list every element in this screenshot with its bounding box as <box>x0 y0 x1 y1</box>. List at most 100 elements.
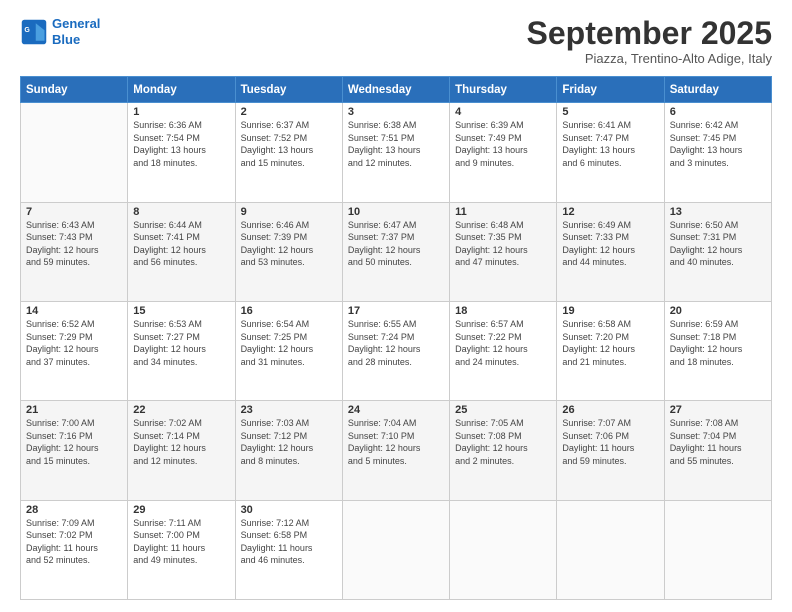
day-number: 18 <box>455 305 551 317</box>
day-number: 6 <box>670 106 766 118</box>
day-number: 1 <box>133 106 229 118</box>
day-info: Sunrise: 7:03 AM Sunset: 7:12 PM Dayligh… <box>241 417 337 467</box>
day-info: Sunrise: 6:49 AM Sunset: 7:33 PM Dayligh… <box>562 219 658 269</box>
day-info: Sunrise: 6:58 AM Sunset: 7:20 PM Dayligh… <box>562 318 658 368</box>
day-info: Sunrise: 6:38 AM Sunset: 7:51 PM Dayligh… <box>348 119 444 169</box>
svg-text:G: G <box>24 27 30 34</box>
col-monday: Monday <box>128 77 235 103</box>
month-title: September 2025 <box>527 16 772 51</box>
table-row: 28Sunrise: 7:09 AM Sunset: 7:02 PM Dayli… <box>21 500 128 599</box>
title-block: September 2025 Piazza, Trentino-Alto Adi… <box>527 16 772 66</box>
table-row: 19Sunrise: 6:58 AM Sunset: 7:20 PM Dayli… <box>557 301 664 400</box>
day-info: Sunrise: 7:08 AM Sunset: 7:04 PM Dayligh… <box>670 417 766 467</box>
col-saturday: Saturday <box>664 77 771 103</box>
table-row <box>450 500 557 599</box>
day-number: 20 <box>670 305 766 317</box>
calendar-table: Sunday Monday Tuesday Wednesday Thursday… <box>20 76 772 600</box>
day-number: 29 <box>133 504 229 516</box>
day-info: Sunrise: 7:07 AM Sunset: 7:06 PM Dayligh… <box>562 417 658 467</box>
day-info: Sunrise: 6:54 AM Sunset: 7:25 PM Dayligh… <box>241 318 337 368</box>
table-row: 13Sunrise: 6:50 AM Sunset: 7:31 PM Dayli… <box>664 202 771 301</box>
day-number: 4 <box>455 106 551 118</box>
page: G General Blue September 2025 Piazza, Tr… <box>0 0 792 612</box>
table-row: 14Sunrise: 6:52 AM Sunset: 7:29 PM Dayli… <box>21 301 128 400</box>
day-info: Sunrise: 6:44 AM Sunset: 7:41 PM Dayligh… <box>133 219 229 269</box>
col-wednesday: Wednesday <box>342 77 449 103</box>
day-info: Sunrise: 6:57 AM Sunset: 7:22 PM Dayligh… <box>455 318 551 368</box>
day-info: Sunrise: 6:59 AM Sunset: 7:18 PM Dayligh… <box>670 318 766 368</box>
logo-icon: G <box>20 18 48 46</box>
day-number: 17 <box>348 305 444 317</box>
table-row: 11Sunrise: 6:48 AM Sunset: 7:35 PM Dayli… <box>450 202 557 301</box>
table-row: 30Sunrise: 7:12 AM Sunset: 6:58 PM Dayli… <box>235 500 342 599</box>
logo-line2: Blue <box>52 32 80 47</box>
day-info: Sunrise: 7:09 AM Sunset: 7:02 PM Dayligh… <box>26 517 122 567</box>
table-row: 24Sunrise: 7:04 AM Sunset: 7:10 PM Dayli… <box>342 401 449 500</box>
col-tuesday: Tuesday <box>235 77 342 103</box>
day-info: Sunrise: 6:36 AM Sunset: 7:54 PM Dayligh… <box>133 119 229 169</box>
table-row: 17Sunrise: 6:55 AM Sunset: 7:24 PM Dayli… <box>342 301 449 400</box>
col-friday: Friday <box>557 77 664 103</box>
day-number: 25 <box>455 404 551 416</box>
day-info: Sunrise: 7:05 AM Sunset: 7:08 PM Dayligh… <box>455 417 551 467</box>
day-number: 12 <box>562 206 658 218</box>
table-row: 18Sunrise: 6:57 AM Sunset: 7:22 PM Dayli… <box>450 301 557 400</box>
table-row: 5Sunrise: 6:41 AM Sunset: 7:47 PM Daylig… <box>557 103 664 202</box>
table-row: 7Sunrise: 6:43 AM Sunset: 7:43 PM Daylig… <box>21 202 128 301</box>
table-row: 8Sunrise: 6:44 AM Sunset: 7:41 PM Daylig… <box>128 202 235 301</box>
table-row: 1Sunrise: 6:36 AM Sunset: 7:54 PM Daylig… <box>128 103 235 202</box>
day-number: 22 <box>133 404 229 416</box>
table-row: 27Sunrise: 7:08 AM Sunset: 7:04 PM Dayli… <box>664 401 771 500</box>
calendar-header-row: Sunday Monday Tuesday Wednesday Thursday… <box>21 77 772 103</box>
day-number: 15 <box>133 305 229 317</box>
day-number: 2 <box>241 106 337 118</box>
table-row: 15Sunrise: 6:53 AM Sunset: 7:27 PM Dayli… <box>128 301 235 400</box>
table-row: 10Sunrise: 6:47 AM Sunset: 7:37 PM Dayli… <box>342 202 449 301</box>
table-row: 25Sunrise: 7:05 AM Sunset: 7:08 PM Dayli… <box>450 401 557 500</box>
table-row: 3Sunrise: 6:38 AM Sunset: 7:51 PM Daylig… <box>342 103 449 202</box>
table-row: 4Sunrise: 6:39 AM Sunset: 7:49 PM Daylig… <box>450 103 557 202</box>
day-number: 9 <box>241 206 337 218</box>
day-info: Sunrise: 6:46 AM Sunset: 7:39 PM Dayligh… <box>241 219 337 269</box>
table-row: 21Sunrise: 7:00 AM Sunset: 7:16 PM Dayli… <box>21 401 128 500</box>
logo-line1: General <box>52 16 100 31</box>
day-info: Sunrise: 7:12 AM Sunset: 6:58 PM Dayligh… <box>241 517 337 567</box>
day-number: 5 <box>562 106 658 118</box>
day-number: 26 <box>562 404 658 416</box>
day-number: 8 <box>133 206 229 218</box>
day-number: 10 <box>348 206 444 218</box>
header: G General Blue September 2025 Piazza, Tr… <box>20 16 772 66</box>
table-row: 20Sunrise: 6:59 AM Sunset: 7:18 PM Dayli… <box>664 301 771 400</box>
day-info: Sunrise: 6:39 AM Sunset: 7:49 PM Dayligh… <box>455 119 551 169</box>
day-info: Sunrise: 7:11 AM Sunset: 7:00 PM Dayligh… <box>133 517 229 567</box>
table-row: 16Sunrise: 6:54 AM Sunset: 7:25 PM Dayli… <box>235 301 342 400</box>
day-number: 28 <box>26 504 122 516</box>
day-info: Sunrise: 6:50 AM Sunset: 7:31 PM Dayligh… <box>670 219 766 269</box>
col-thursday: Thursday <box>450 77 557 103</box>
day-number: 21 <box>26 404 122 416</box>
table-row <box>21 103 128 202</box>
logo-text: General Blue <box>52 16 100 47</box>
table-row <box>342 500 449 599</box>
day-info: Sunrise: 6:41 AM Sunset: 7:47 PM Dayligh… <box>562 119 658 169</box>
day-number: 7 <box>26 206 122 218</box>
day-info: Sunrise: 6:43 AM Sunset: 7:43 PM Dayligh… <box>26 219 122 269</box>
table-row: 12Sunrise: 6:49 AM Sunset: 7:33 PM Dayli… <box>557 202 664 301</box>
day-info: Sunrise: 6:37 AM Sunset: 7:52 PM Dayligh… <box>241 119 337 169</box>
day-info: Sunrise: 7:02 AM Sunset: 7:14 PM Dayligh… <box>133 417 229 467</box>
day-number: 16 <box>241 305 337 317</box>
table-row: 9Sunrise: 6:46 AM Sunset: 7:39 PM Daylig… <box>235 202 342 301</box>
table-row: 23Sunrise: 7:03 AM Sunset: 7:12 PM Dayli… <box>235 401 342 500</box>
day-number: 13 <box>670 206 766 218</box>
day-number: 19 <box>562 305 658 317</box>
day-number: 14 <box>26 305 122 317</box>
day-number: 23 <box>241 404 337 416</box>
day-info: Sunrise: 6:48 AM Sunset: 7:35 PM Dayligh… <box>455 219 551 269</box>
day-info: Sunrise: 6:42 AM Sunset: 7:45 PM Dayligh… <box>670 119 766 169</box>
day-number: 24 <box>348 404 444 416</box>
day-info: Sunrise: 6:55 AM Sunset: 7:24 PM Dayligh… <box>348 318 444 368</box>
day-info: Sunrise: 6:53 AM Sunset: 7:27 PM Dayligh… <box>133 318 229 368</box>
col-sunday: Sunday <box>21 77 128 103</box>
day-info: Sunrise: 7:00 AM Sunset: 7:16 PM Dayligh… <box>26 417 122 467</box>
day-info: Sunrise: 6:52 AM Sunset: 7:29 PM Dayligh… <box>26 318 122 368</box>
